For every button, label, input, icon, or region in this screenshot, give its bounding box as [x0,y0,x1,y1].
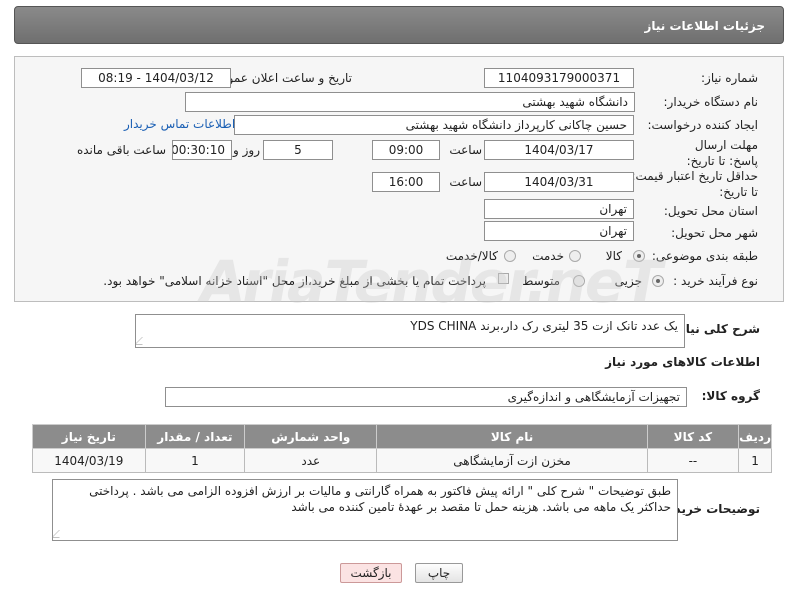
category-label: طبقه بندی موضوعی: [651,249,758,263]
col-date: تاریخ نیاز [32,424,146,449]
cell-code: -- [646,448,740,473]
process-label: نوع فرآیند خرید : [673,274,758,288]
category-goods-label: کالا [605,249,622,263]
buyer-org-label: نام دستگاه خریدار: [663,95,759,109]
col-unit: واحد شمارش [244,424,378,449]
resize-grip-icon[interactable] [136,337,150,345]
price-validity-time-label: ساعت [449,175,482,189]
delivery-city-label: شهر محل تحویل: [671,226,758,240]
col-code: کد کالا [646,424,740,449]
remaining-time-field: 00:30:10 [172,140,232,160]
col-row: ردیف [738,424,772,449]
process-minor-label: جزیی [614,274,642,288]
cell-qty: 1 [144,448,246,473]
requester-label: ایجاد کننده درخواست: [647,118,758,132]
announce-datetime-field: 1404/03/12 - 08:19 [81,68,231,88]
category-goods-service-label: کالا/خدمت [445,249,498,263]
process-medium-radio[interactable] [573,275,585,287]
buyer-notes-text: طبق توضیحات " شرح کلی " ارائه پیش فاکتور… [89,484,671,514]
goods-section-title: اطلاعات کالاهای مورد نیاز [605,355,760,369]
page: جزئیات اطلاعات نیاز شماره نیاز: 11040931… [0,0,788,598]
buyer-org-field: دانشگاه شهید بهشتی [185,92,635,112]
category-goods-radio[interactable] [633,250,645,262]
description-text: یک عدد تانک ازت 35 لیتری رک دار،برند YDS… [410,319,678,333]
description-label: شرح کلی نیاز: [674,322,760,336]
cell-row: 1 [738,448,772,473]
price-validity-time-field: 16:00 [372,172,440,192]
page-header: جزئیات اطلاعات نیاز [14,6,784,44]
delivery-province-field: تهران [484,199,634,219]
goods-table-header: ردیف کد کالا نام کالا واحد شمارش تعداد /… [32,424,772,449]
delivery-city-field: تهران [484,221,634,241]
days-label: روز و [233,143,260,157]
col-qty: تعداد / مقدار [144,424,246,449]
need-number-label: شماره نیاز: [701,71,758,85]
price-validity-date-field: 1404/03/31 [484,172,634,192]
process-minor-radio[interactable] [652,275,664,287]
reply-date-field: 1404/03/17 [484,140,634,160]
cell-date: 1404/03/19 [32,448,146,473]
category-service-radio[interactable] [569,250,581,262]
buyer-contact-link[interactable]: اطلاعات تماس خریدار [124,117,235,131]
reply-time-field: 09:00 [372,140,440,160]
delivery-province-label: استان محل تحویل: [663,204,758,218]
goods-group-field: تجهیزات آزمایشگاهی و اندازه‌گیری [165,387,687,407]
process-medium-label: متوسط [522,274,560,288]
reply-time-label: ساعت [449,143,482,157]
buyer-notes-textarea: طبق توضیحات " شرح کلی " ارائه پیش فاکتور… [52,479,678,541]
cell-name: مخزن ازت آزمایشگاهی [376,448,648,473]
reply-deadline-label: مهلت ارسال پاسخ: تا تاریخ: [686,138,758,168]
cell-unit: عدد [244,448,378,473]
goods-table: ردیف کد کالا نام کالا واحد شمارش تعداد /… [32,424,772,473]
treasury-payment-note: پرداخت تمام یا بخشی از مبلغ خرید،از محل … [103,274,486,288]
table-row: 1 -- مخزن ازت آزمایشگاهی عدد 1 1404/03/1… [32,448,772,473]
treasury-payment-checkbox[interactable] [498,273,509,284]
resize-grip-icon[interactable] [53,530,67,538]
category-goods-service-radio[interactable] [504,250,516,262]
col-name: نام کالا [376,424,648,449]
price-validity-label: حداقل تاریخ اعتبار قیمت: تا تاریخ: [631,169,758,199]
remaining-time-label: ساعت باقی مانده [76,143,166,157]
print-button[interactable]: چاپ [415,563,463,583]
days-field: 5 [263,140,333,160]
goods-group-label: گروه کالا: [701,389,760,403]
description-textarea: یک عدد تانک ازت 35 لیتری رک دار،برند YDS… [135,314,685,348]
requester-field: حسین چاکانی کارپرداز دانشگاه شهید بهشتی [234,115,634,135]
category-service-label: خدمت [532,249,564,263]
back-button[interactable]: بازگشت [340,563,402,583]
need-number-field: 1104093179000371 [484,68,634,88]
